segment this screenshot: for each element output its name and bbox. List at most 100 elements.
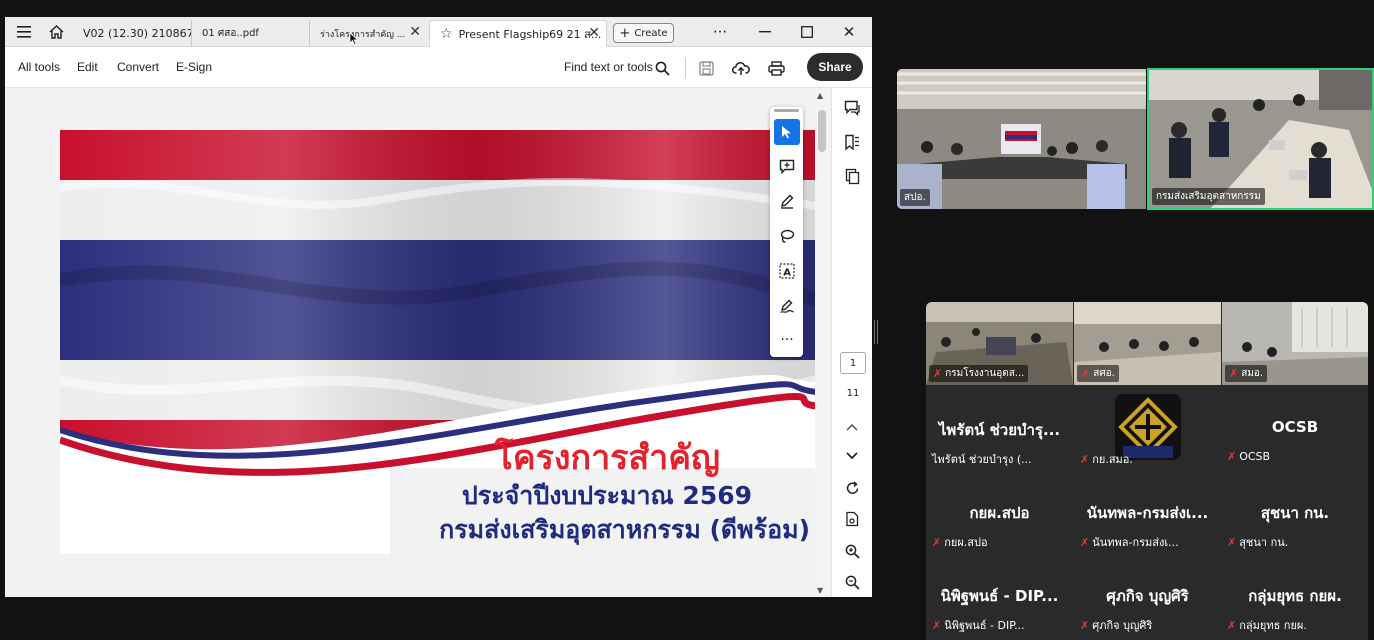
close-tab-icon[interactable]: ✕	[588, 25, 600, 41]
svg-text:A: A	[783, 268, 791, 279]
participant-caption: ✗ สุชนา กน.	[1227, 533, 1288, 551]
participant-caption-text: กย.สมอ.	[1092, 453, 1133, 466]
close-tab-icon[interactable]: ✕	[409, 24, 421, 40]
tab-label: 01 ศสอ..pdf	[202, 28, 259, 39]
scrollbar-thumb[interactable]	[818, 110, 826, 152]
menu-icon[interactable]	[11, 17, 37, 47]
participant-caption: ✗ กลุ่มยุทธ กยผ.	[1227, 616, 1307, 634]
mic-off-icon: ✗	[1227, 618, 1237, 632]
share-button[interactable]: Share	[807, 53, 863, 81]
participant-caption-text: กยผ.สปอ	[944, 536, 988, 549]
participant-caption-text: OCSB	[1239, 450, 1271, 463]
participant-caption: ✗ กย.สมอ.	[1080, 450, 1133, 468]
participant-name: สปอ.	[900, 189, 930, 206]
minimize-icon[interactable]	[745, 17, 785, 47]
video-tile-spo[interactable]: สปอ.	[897, 69, 1146, 209]
participant-display-name: สุชนา กน.	[1260, 504, 1330, 522]
scroll-up-arrow-icon[interactable]: ▲	[817, 91, 823, 100]
pages-icon[interactable]	[840, 164, 864, 188]
mouse-cursor-icon	[349, 31, 359, 50]
find-text-label[interactable]: Find text or tools	[564, 60, 653, 74]
menu-edit[interactable]: Edit	[77, 60, 98, 74]
save-icon[interactable]	[693, 55, 719, 81]
participant-caption-text: ไพรัตน์ ช่วยบำรุง (...	[932, 453, 1032, 466]
video-tile-diw[interactable]: ✗ กรมโรงงานอุตส...	[926, 302, 1073, 385]
video-tile-dip-active-speaker[interactable]: กรมส่งเสริมอุตสาหกรรม	[1147, 68, 1374, 210]
acrobat-toolbar: All tools Edit Convert E-Sign Find text …	[5, 48, 872, 88]
page-number-input[interactable]: 1	[840, 352, 866, 374]
mic-off-icon: ✗	[1227, 535, 1237, 549]
upload-cloud-icon[interactable]	[728, 55, 754, 81]
print-icon[interactable]	[763, 55, 789, 81]
conference-room-video	[897, 69, 1146, 209]
text-select-icon[interactable]: A	[774, 258, 800, 284]
split-handle[interactable]	[874, 320, 878, 344]
menu-all-tools[interactable]: All tools	[18, 60, 60, 74]
rotate-icon[interactable]	[840, 476, 864, 500]
participant-name-tag: ✗ สมอ.	[1225, 365, 1268, 382]
document-area: โครงการสำคัญ ประจำปีงบประมาณ 2569 กรมส่ง…	[5, 88, 831, 597]
close-window-icon[interactable]: ✕	[829, 17, 869, 47]
tab-label: V02 (12.30) 210867...	[83, 27, 191, 40]
create-button[interactable]: + Create	[613, 23, 674, 43]
comments-icon[interactable]	[840, 96, 864, 120]
scroll-down-arrow-icon[interactable]: ▼	[817, 586, 823, 595]
mic-off-icon: ✗	[932, 618, 942, 632]
tab-label: Present Flagship69 21 ส...	[458, 28, 602, 41]
fill-sign-icon[interactable]	[774, 293, 800, 319]
highlight-pen-icon[interactable]	[774, 188, 800, 214]
participant-caption-text: นันทพล-กรมส่งเ...	[1092, 536, 1179, 549]
participant-caption-text: กลุ่มยุทธ กยผ.	[1239, 619, 1307, 632]
participant-caption: ✗ กยผ.สปอ	[932, 533, 988, 551]
mic-off-icon: ✗	[932, 535, 942, 549]
page-display-icon[interactable]	[840, 507, 864, 531]
more-tools-icon[interactable]: ···	[774, 327, 800, 353]
star-icon[interactable]: ☆	[440, 26, 453, 42]
video-tile-tisi[interactable]: ✗ สมอ.	[1222, 302, 1368, 385]
participant-name-tag: ✗ กรมโรงงานอุตส...	[929, 365, 1029, 382]
menu-e-sign[interactable]: E-Sign	[176, 60, 212, 74]
pdf-page: โครงการสำคัญ ประจำปีงบประมาณ 2569 กรมส่ง…	[60, 130, 816, 554]
draw-lasso-icon[interactable]	[774, 223, 800, 249]
more-icon[interactable]: ···	[700, 17, 740, 47]
mic-off-icon: ✗	[1227, 450, 1237, 463]
participant-caption-text: นิพิฐพนธ์ - DIP...	[944, 619, 1025, 632]
participant-display-name: นิพิฐพนธ์ - DIP...	[940, 587, 1059, 605]
video-tile-sso[interactable]: ✗ สศอ.	[1074, 302, 1221, 385]
participant-name: สศอ.	[1093, 368, 1115, 379]
maximize-icon[interactable]	[787, 17, 827, 47]
search-icon[interactable]	[649, 55, 675, 81]
participant-name: กรมโรงงานอุตส...	[945, 368, 1025, 379]
tab-bar: V02 (12.30) 210867... 01 ศสอ..pdf ร่างโค…	[5, 17, 872, 47]
acrobat-window: V02 (12.30) 210867... 01 ศสอ..pdf ร่างโค…	[5, 17, 872, 597]
mic-off-icon: ✗	[1080, 618, 1090, 632]
participant-caption-text: ศุภกิจ บุญศิริ	[1092, 619, 1153, 632]
vertical-scrollbar[interactable]: ▲ ▼	[815, 88, 829, 597]
mic-off-icon: ✗	[1229, 367, 1239, 380]
zoom-out-icon[interactable]	[840, 570, 864, 594]
home-icon[interactable]	[43, 17, 69, 47]
next-page-icon[interactable]	[840, 444, 864, 468]
previous-page-icon[interactable]	[840, 415, 864, 439]
mic-off-icon: ✗	[1080, 452, 1090, 466]
mic-off-icon: ✗	[1080, 535, 1090, 549]
participant-caption: ✗ ศุภกิจ บุญศิริ	[1080, 616, 1152, 634]
participant-caption: ✗ นิพิฐพนธ์ - DIP...	[932, 616, 1025, 634]
tab-label: ร่างโครงการสำคัญ ...	[320, 29, 406, 40]
participant-display-name: OCSB	[1271, 418, 1319, 436]
participant-name: กรมส่งเสริมอุตสาหกรรม	[1152, 188, 1265, 205]
zoom-in-icon[interactable]	[840, 539, 864, 563]
menu-convert[interactable]: Convert	[117, 60, 159, 74]
tab-draft-project[interactable]: ร่างโครงการสำคัญ ... ✕	[309, 20, 427, 47]
bookmark-icon[interactable]	[840, 130, 864, 154]
slide-subtitle-department: กรมส่งเสริมอุตสาหกรรม (ดีพร้อม)	[439, 515, 810, 544]
tab-present-flagship[interactable]: ☆ Present Flagship69 21 ส... ✕	[429, 20, 607, 47]
participant-gallery: ✗ กรมโรงงานอุตส... ✗ สศอ. ✗ สมอ. ไพรัตน์ ช่…	[926, 302, 1368, 640]
tab-v02[interactable]: V02 (12.30) 210867...	[73, 20, 191, 47]
add-comment-icon[interactable]	[774, 153, 800, 179]
select-cursor-icon[interactable]	[774, 119, 800, 145]
participant-display-name: กยผ.สปอ	[969, 504, 1030, 522]
toolbar-grip[interactable]	[774, 109, 799, 112]
participant-name: สมอ.	[1241, 368, 1264, 379]
tab-01-pdf[interactable]: 01 ศสอ..pdf	[191, 20, 309, 47]
